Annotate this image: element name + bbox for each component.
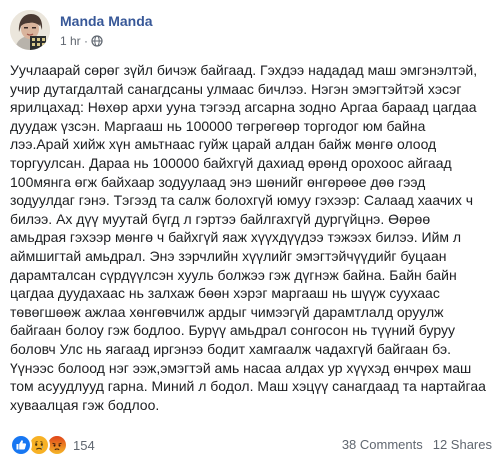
post-text-line: амьдрая гэхээр мөнгө ч байхгүй яаж хүүхд… (10, 229, 462, 246)
post-text-line: учир дутагдалтай санагдсаны улмаас бичлэ… (10, 80, 462, 97)
post-text-line: лээ.Арай хийж хүн амьтнаас гуйж царай ал… (10, 136, 437, 153)
post-text-line: боловч Улс нь яагаад иргэнээ бодит хамга… (10, 340, 451, 357)
reaction-count: 154 (73, 437, 95, 453)
post-header: Manda Manda 1 hr · (10, 10, 490, 54)
post-meta: 1 hr · (60, 34, 103, 50)
post-time[interactable]: 1 hr (60, 34, 81, 48)
post-text-line: том асуудлууд гарна. Миний л бодол. Маш … (10, 378, 486, 395)
post-text-line: дарамталсан сүрдүүлсэн хууль болжээ гэж … (10, 266, 457, 283)
post-text-line: зодуулдаг гэнэ. Тэгээд та салж болохгүй … (10, 192, 474, 209)
post-text-line: төвөгшөөж ажлаа хөнгөвчилж ардыг чимээгү… (10, 303, 444, 320)
avatar-image (10, 10, 50, 50)
post-text-line: билээ. Ах дүү муутай бүгд л гэртээ байлг… (10, 210, 431, 227)
post-text-line: 100мянга өгж байхаар зодуулаад энэ шөний… (10, 173, 426, 190)
post-text-line: цагдаа дуудахаас нь залхаж бөөн хэрэг ма… (10, 285, 440, 302)
avatar[interactable] (10, 10, 50, 50)
post-text-line: дуудаж үзсэн. Маргааш нь 100000 төгрөгөө… (10, 117, 426, 134)
post-stats: 38 Comments 12 Shares (342, 437, 492, 452)
post-text-line: ярилцахад: Нөхөр архи ууна тэгээд агсарн… (10, 99, 477, 116)
post-text-line: Үүнээс болоод нэг ээж,эмэгтэй амь насаа … (10, 359, 472, 376)
author-name[interactable]: Manda Manda (60, 13, 153, 29)
post-text-line: хуваалцая гэж бодлоо. (10, 396, 160, 413)
post-text: Уучлаарай сөрөг зүйл бичэж байгаад. Гэхд… (10, 61, 490, 414)
comments-count-link[interactable]: 38 Comments (342, 437, 423, 452)
post-text-line: торгуулсан. Дараа нь 100000 байхгүй дахи… (10, 154, 452, 171)
reactions-summary[interactable]: 154 (10, 434, 95, 456)
facebook-post: Manda Manda 1 hr · Уучлаарай сөрөг зүйл … (0, 0, 502, 469)
post-text-line: Уучлаарай сөрөг зүйл бичэж байгаад. Гэхд… (10, 62, 478, 78)
post-text-line: байгаан болоу гэж бодлоо. Бурүү амьдрал … (10, 322, 455, 339)
post-footer: 154 38 Comments 12 Shares (10, 434, 492, 456)
post-text-line: аймшигтай амьдрал. Энэ зэрчлийн хүүлийг … (10, 247, 447, 264)
shares-count-link[interactable]: 12 Shares (433, 437, 492, 452)
like-icon (10, 434, 32, 456)
globe-icon (91, 35, 103, 50)
